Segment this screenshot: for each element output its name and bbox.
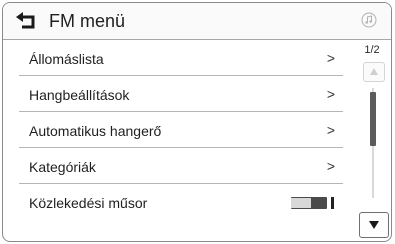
menu-item-label: Hangbeállítások (29, 87, 130, 103)
back-button[interactable] (13, 9, 41, 33)
back-arrow-icon (16, 12, 35, 29)
scroll-up-arrow-icon (370, 68, 378, 75)
toggle-on-indicator (331, 197, 334, 209)
menu-item-auto-volume[interactable]: Automatikus hangerő > (19, 112, 343, 148)
music-note-icon (361, 12, 377, 28)
menu-item-categories[interactable]: Kategóriák > (19, 148, 343, 184)
chevron-right-icon: > (326, 158, 335, 174)
menu-item-station-list[interactable]: Állomáslista > (19, 40, 343, 76)
menu-list: Állomáslista > Hangbeállítások > Automat… (3, 40, 355, 241)
scroll-down-button[interactable] (359, 212, 389, 238)
header-bar: FM menü (3, 3, 391, 40)
page-title: FM menü (49, 11, 126, 31)
toggle-knob (291, 198, 311, 208)
scroll-down-arrow-icon (369, 221, 379, 229)
menu-item-traffic-program[interactable]: Közlekedési műsor (19, 184, 343, 220)
screen-frame: FM menü Állomáslista > Hangbeállítások >… (2, 2, 392, 242)
chevron-right-icon: > (326, 50, 335, 66)
page-indicator: 1/2 (364, 44, 380, 56)
menu-item-label: Állomáslista (29, 51, 104, 67)
menu-item-sound-settings[interactable]: Hangbeállítások > (19, 76, 343, 112)
menu-item-label: Automatikus hangerő (29, 123, 162, 139)
menu-item-label: Közlekedési műsor (29, 195, 148, 211)
scroll-panel: 1/2 (355, 40, 391, 241)
scroll-up-button[interactable] (363, 62, 385, 82)
chevron-right-icon: > (326, 86, 335, 102)
chevron-right-icon: > (326, 122, 335, 138)
scrollbar-thumb[interactable] (370, 92, 376, 146)
menu-item-label: Kategóriák (29, 159, 96, 175)
traffic-program-toggle[interactable] (291, 197, 337, 209)
